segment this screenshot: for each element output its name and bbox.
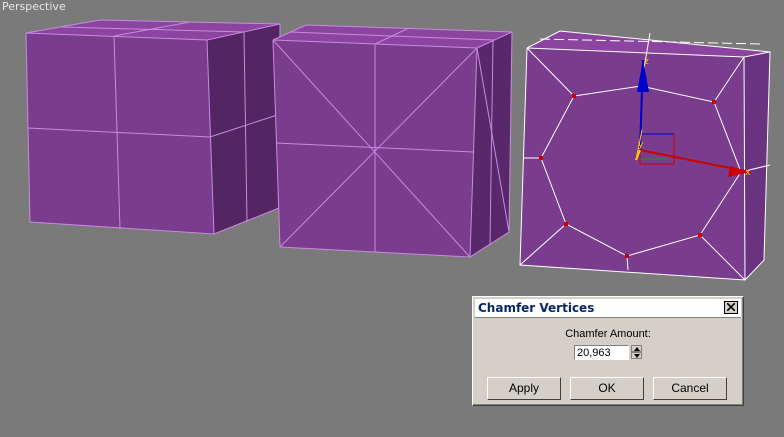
apply-button[interactable]: Apply bbox=[487, 377, 561, 400]
chamfer-amount-label: Chamfer Amount: bbox=[565, 328, 651, 340]
chamfer-vertices-dialog: Chamfer Vertices Chamfer Amount: Apply O… bbox=[472, 296, 744, 406]
arrow-down-icon bbox=[634, 354, 640, 358]
close-icon bbox=[727, 303, 735, 311]
svg-text:y: y bbox=[638, 140, 644, 150]
svg-text:x: x bbox=[745, 168, 751, 178]
viewport-label[interactable]: Perspective bbox=[2, 0, 66, 13]
svg-text:z: z bbox=[644, 57, 649, 67]
chamfer-amount-spinner[interactable] bbox=[631, 345, 642, 360]
dialog-title: Chamfer Vertices bbox=[478, 301, 595, 315]
dialog-title-bar[interactable]: Chamfer Vertices bbox=[475, 299, 741, 318]
close-button[interactable] bbox=[724, 301, 738, 314]
cancel-button[interactable]: Cancel bbox=[653, 377, 727, 400]
cube-left-side-face bbox=[207, 24, 280, 234]
cube-left bbox=[25, 19, 281, 235]
cube-middle bbox=[272, 24, 513, 258]
spinner-down-button[interactable] bbox=[631, 352, 642, 359]
chamfer-amount-input[interactable] bbox=[574, 345, 629, 360]
arrow-up-icon bbox=[634, 347, 640, 351]
spinner-up-button[interactable] bbox=[631, 345, 642, 352]
cube-left-front-face bbox=[26, 33, 214, 234]
cube-right-selected bbox=[519, 30, 771, 281]
ok-button[interactable]: OK bbox=[570, 377, 644, 400]
